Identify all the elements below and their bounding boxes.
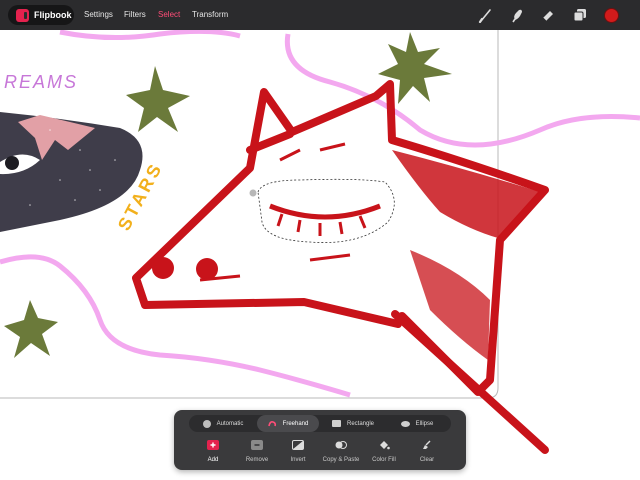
copy-paste-button[interactable]: Copy & Paste [319,438,363,466]
pink-ribbon [59,28,241,41]
mode-label: Automatic [216,420,244,427]
brush-icon[interactable] [478,7,494,23]
star-shape [4,300,58,358]
invert-label: Invert [290,457,306,463]
app-menu-button[interactable]: Flipbook [8,5,74,25]
remove-button[interactable]: Remove [235,438,279,466]
ellipse-icon [400,420,410,427]
menu-filters[interactable]: Filters [124,10,146,19]
mode-label: Rectangle [346,420,375,427]
smudge-icon[interactable] [510,7,526,23]
selection-palette: Automatic Freehand Rectangle Ellipse Add… [174,410,466,470]
flipbook-logo-icon [16,8,29,22]
color-fill-icon [380,441,390,450]
clear-label: Clear [419,457,435,463]
automatic-icon [202,419,211,428]
color-fill-label: Color Fill [372,457,396,463]
top-toolbar: Flipbook Settings Filters Select Transfo… [0,0,640,30]
copy-paste-icon [335,441,347,449]
invert-icon [292,440,304,450]
clear-button[interactable]: Clear [405,438,449,466]
color-fill-button[interactable]: Color Fill [362,438,406,466]
rectangle-icon [331,420,341,427]
app-title: Flipbook [34,10,72,20]
copy-paste-label: Copy & Paste [322,457,360,463]
eraser-icon[interactable] [540,7,556,23]
clear-icon [423,440,431,449]
mode-automatic[interactable]: Automatic [193,415,253,432]
layers-icon[interactable] [572,7,588,23]
selection-mode-segmented-control: Automatic Freehand Rectangle Ellipse [189,415,451,432]
remove-label: Remove [245,457,269,463]
mode-label: Freehand [282,420,309,427]
horse-fill [152,142,540,360]
mode-label: Ellipse [415,420,434,427]
menu-select[interactable]: Select [158,10,180,19]
pink-ribbon [284,33,640,148]
freehand-icon [267,420,277,427]
selection-handle [248,188,258,198]
add-icon [207,440,219,450]
drawing-canvas[interactable]: REAMS STARS [0,0,640,480]
menu-transform[interactable]: Transform [192,10,228,19]
add-button[interactable]: Add [191,438,235,466]
mode-rectangle[interactable]: Rectangle [323,415,383,432]
color-picker-swatch[interactable] [604,8,619,23]
menu-settings[interactable]: Settings [84,10,113,19]
artwork-text-reams: REAMS [4,72,78,92]
add-label: Add [207,457,219,463]
mode-freehand[interactable]: Freehand [257,415,319,432]
invert-button[interactable]: Invert [276,438,320,466]
remove-icon [251,440,263,450]
mode-ellipse[interactable]: Ellipse [387,415,447,432]
star-shape [126,66,190,132]
